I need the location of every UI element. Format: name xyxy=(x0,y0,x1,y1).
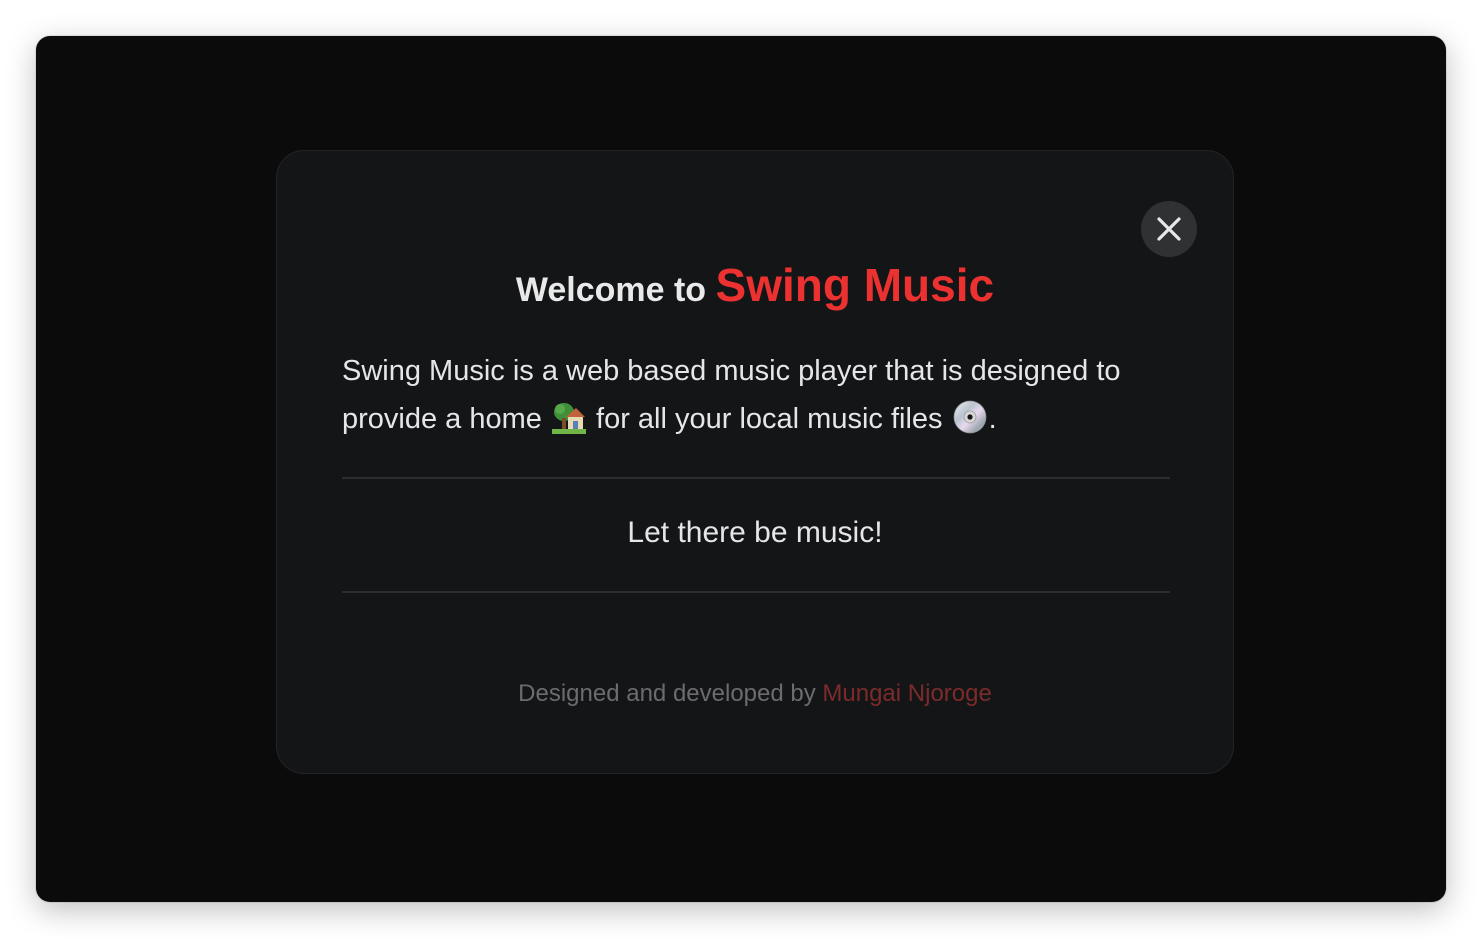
close-button[interactable] xyxy=(1141,201,1197,257)
close-icon xyxy=(1157,217,1181,241)
credits: Designed and developed by Mungai Njoroge xyxy=(277,677,1233,711)
brand-name: Swing Music xyxy=(715,259,995,311)
house-with-garden-icon xyxy=(551,403,586,434)
divider-top xyxy=(342,477,1170,479)
description-text-part2: for all your local music files xyxy=(596,403,943,435)
author-link[interactable]: Mungai Njoroge xyxy=(822,680,991,707)
welcome-modal: Welcome to Swing Music Swing Music is a … xyxy=(276,150,1234,774)
title-prefix: Welcome to xyxy=(515,271,707,309)
credits-prefix: Designed and developed by xyxy=(518,680,816,707)
modal-title: Welcome to Swing Music xyxy=(277,257,1233,318)
description-period: . xyxy=(988,403,997,435)
divider-bottom xyxy=(342,591,1170,593)
tagline: Let there be music! xyxy=(627,516,883,549)
dvd-disc-icon xyxy=(953,400,986,434)
app-description: Swing Music is a web based music player … xyxy=(342,347,1172,443)
app-window: Welcome to Swing Music Swing Music is a … xyxy=(36,36,1446,902)
